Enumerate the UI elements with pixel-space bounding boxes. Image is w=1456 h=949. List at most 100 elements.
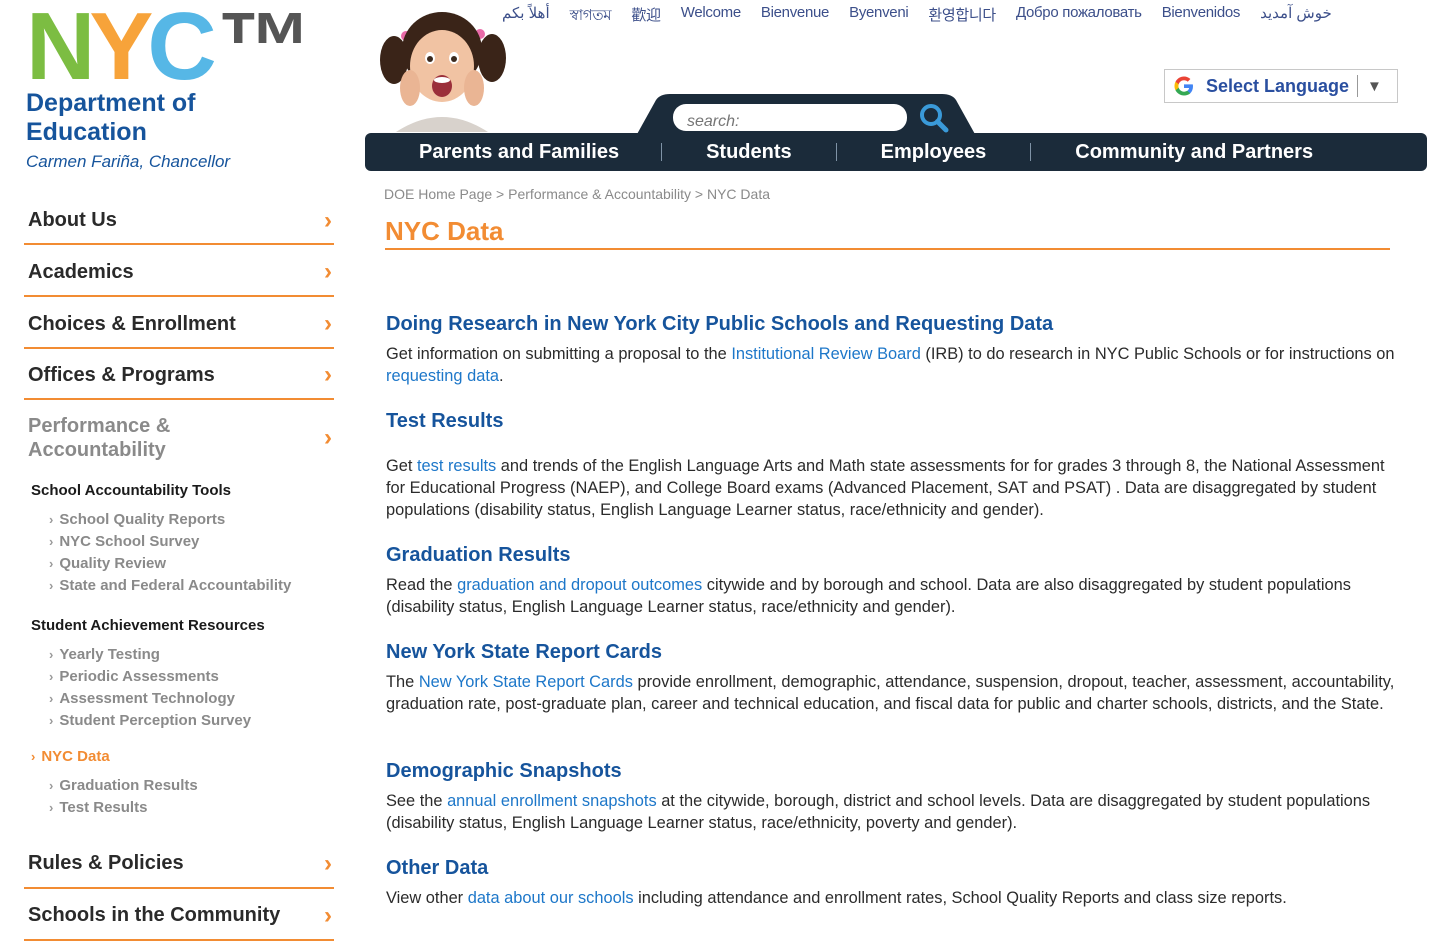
caret-right-icon: › xyxy=(49,691,54,706)
section-text: including attendance and enrollment rate… xyxy=(633,889,1287,907)
sidebar-link-yearly-testing[interactable]: › Yearly Testing xyxy=(49,646,160,663)
welcome-korean: 환영합니다 xyxy=(928,7,996,24)
sidebar-link-label: Graduation Results xyxy=(59,777,198,794)
sidebar-item-schools-in-the-community[interactable]: Schools in the Community › xyxy=(24,892,334,941)
sidebar-item-label: Offices & Programs xyxy=(28,363,215,386)
nav-students[interactable]: Students xyxy=(706,141,792,164)
sidebar-item-label: Academics xyxy=(28,260,134,283)
chancellor-name: Carmen Fariña, Chancellor xyxy=(26,152,231,171)
section-text: See the xyxy=(386,792,448,810)
section-text: Read the xyxy=(386,576,458,594)
sidebar-link-label: School Quality Reports xyxy=(59,511,226,528)
sidebar-item-label: Performance & Accountability xyxy=(28,415,171,461)
welcome-english: Welcome xyxy=(680,4,741,21)
sidebar-link-assessment-technology[interactable]: › Assessment Technology xyxy=(49,690,235,707)
link-institutional-review-board[interactable]: Institutional Review Board xyxy=(731,345,921,363)
sidebar-link-label: Periodic Assessments xyxy=(59,668,219,685)
link-requesting-data[interactable]: requesting data xyxy=(386,367,499,385)
section-text: . xyxy=(499,367,504,385)
sidebar-item-label: Schools in the Community xyxy=(28,904,281,926)
select-language-dropdown[interactable]: Select Language ▼ xyxy=(1164,69,1398,103)
section-body-other-data: View other data about our schools includ… xyxy=(386,887,1396,909)
logo-letter-y: Y xyxy=(89,0,153,100)
section-text: Get xyxy=(386,457,417,475)
sidebar-link-periodic-assessments[interactable]: › Periodic Assessments xyxy=(49,668,219,685)
welcome-chinese: 歡迎 xyxy=(631,7,661,24)
sidebar-item-choices-enrollment[interactable]: Choices & Enrollment › xyxy=(24,301,334,349)
nyc-doe-logo[interactable]: N Y C ™ Department of Education Carmen F… xyxy=(26,0,313,172)
link-annual-enrollment-snapshots[interactable]: annual enrollment snapshots xyxy=(447,792,657,810)
section-text: View other xyxy=(386,889,468,907)
section-heading-demographic-snapshots: Demographic Snapshots xyxy=(386,760,622,782)
sidebar-item-label: About Us xyxy=(28,209,117,231)
sidebar-subheading-student-achievement-resources: Student Achievement Resources xyxy=(31,617,265,634)
welcome-russian: Добро пожаловать xyxy=(1015,4,1142,21)
sidebar-link-test-results[interactable]: › Test Results xyxy=(49,799,147,816)
sidebar-item-offices-programs[interactable]: Offices & Programs › xyxy=(24,352,334,400)
section-heading-other-data: Other Data xyxy=(386,857,489,879)
section-body-report-cards: The New York State Report Cards provide … xyxy=(386,671,1396,715)
welcome-french: Bienvenue xyxy=(760,4,830,21)
nav-divider xyxy=(835,143,837,161)
chevron-right-icon: › xyxy=(324,424,332,451)
sidebar-item-about-us[interactable]: About Us › xyxy=(24,198,334,245)
sidebar-link-student-perception-survey[interactable]: › Student Perception Survey xyxy=(49,712,251,729)
section-heading-research: Doing Research in New York City Public S… xyxy=(386,313,1054,335)
caret-right-icon: › xyxy=(49,669,54,684)
link-graduation-dropout-outcomes[interactable]: graduation and dropout outcomes xyxy=(457,576,702,594)
caret-right-icon: › xyxy=(49,578,54,593)
sidebar-link-label: Student Perception Survey xyxy=(59,712,252,729)
search-input[interactable] xyxy=(673,104,907,131)
chevron-right-icon: › xyxy=(324,849,332,877)
sidebar-link-graduation-results[interactable]: › Graduation Results xyxy=(49,777,198,794)
google-icon xyxy=(1174,76,1193,96)
chevron-right-icon: › xyxy=(324,206,332,234)
nav-divider xyxy=(661,143,663,161)
sidebar-link-label: NYC School Survey xyxy=(59,533,200,550)
sidebar-link-label: Test Results xyxy=(59,799,148,816)
nyc-wordmark: N Y C ™ xyxy=(26,0,313,100)
welcome-arabic: أهلاً بكم xyxy=(502,5,550,22)
welcome-bengali: স্বাগতম xyxy=(569,7,612,24)
caret-right-icon: › xyxy=(49,512,54,527)
section-heading-report-cards: New York State Report Cards xyxy=(386,641,663,663)
title-divider xyxy=(385,248,1390,250)
section-heading-test-results: Test Results xyxy=(386,410,504,432)
logo-trademark: ™ xyxy=(216,0,313,100)
search-icon[interactable] xyxy=(916,102,952,134)
sidebar-link-state-federal-accountability[interactable]: › State and Federal Accountability xyxy=(49,577,291,594)
dropdown-separator xyxy=(1357,75,1359,97)
section-text: (IRB) to do research in NYC Public Schoo… xyxy=(920,345,1395,363)
chevron-right-icon: › xyxy=(324,258,332,285)
department-line-2: Education xyxy=(26,118,147,146)
welcome-languages: أهلاً بكم স্বাগতম 歡迎 Welcome Bienvenue B… xyxy=(492,4,1342,26)
chevron-right-icon: › xyxy=(324,361,332,388)
nav-community-and-partners[interactable]: Community and Partners xyxy=(1075,141,1313,164)
caret-right-icon: › xyxy=(49,800,54,815)
sidebar-item-performance-accountability[interactable]: Performance & Accountability › xyxy=(24,412,334,464)
breadcrumb-parent[interactable]: Performance & Accountability xyxy=(508,186,691,202)
link-data-about-our-schools[interactable]: data about our schools xyxy=(468,889,634,907)
sidebar-link-label: Yearly Testing xyxy=(59,646,160,663)
sidebar-link-school-quality-reports[interactable]: › School Quality Reports xyxy=(49,511,225,528)
sidebar-link-quality-review[interactable]: › Quality Review xyxy=(49,555,166,572)
welcome-urdu: خوش آمدید xyxy=(1260,5,1332,22)
chevron-right-icon: › xyxy=(324,310,332,337)
sidebar-item-rules-policies[interactable]: Rules & Policies › xyxy=(24,840,334,889)
sidebar-item-academics[interactable]: Academics › xyxy=(24,249,334,297)
sidebar-link-label: Quality Review xyxy=(59,555,167,572)
section-text: and trends of the English Language Arts … xyxy=(386,457,1385,519)
sidebar-link-label: State and Federal Accountability xyxy=(59,577,292,594)
nav-parents-and-families[interactable]: Parents and Families xyxy=(419,141,619,164)
dropdown-arrow-icon: ▼ xyxy=(1367,77,1382,95)
sidebar-link-nyc-school-survey[interactable]: › NYC School Survey xyxy=(49,533,199,550)
nav-employees[interactable]: Employees xyxy=(881,141,987,164)
link-new-york-state-report-cards[interactable]: New York State Report Cards xyxy=(419,673,633,691)
section-body-graduation-results: Read the graduation and dropout outcomes… xyxy=(386,574,1396,618)
link-test-results[interactable]: test results xyxy=(417,457,496,475)
sidebar-link-nyc-data-active[interactable]: › NYC Data xyxy=(31,748,110,765)
caret-right-icon: › xyxy=(49,534,54,549)
select-language-label: Select Language xyxy=(1206,75,1350,96)
breadcrumb-home[interactable]: DOE Home Page xyxy=(384,186,492,202)
caret-right-icon: › xyxy=(49,647,54,662)
